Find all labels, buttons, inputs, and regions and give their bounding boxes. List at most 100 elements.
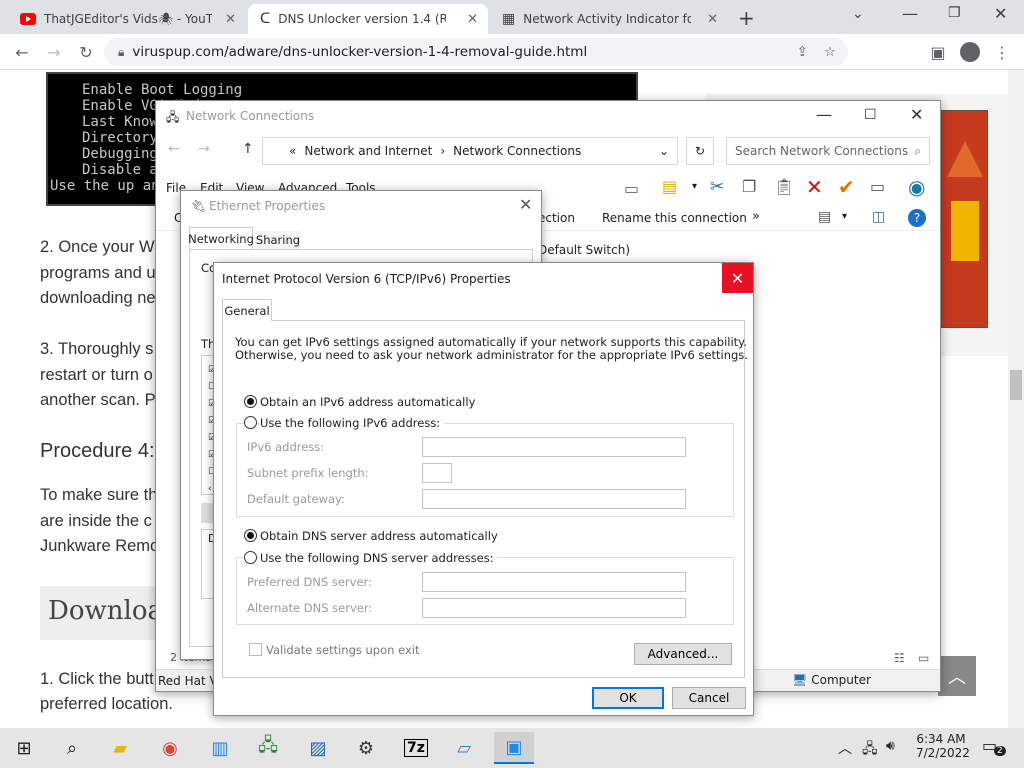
page-scrollbar[interactable] xyxy=(1008,70,1024,728)
search-icon[interactable]: ⌕ xyxy=(52,732,92,764)
address-breadcrumb[interactable]: « Network and Internet › Network Connect… xyxy=(262,137,678,165)
copy-icon[interactable]: ❐ xyxy=(742,177,756,196)
close-tab-icon[interactable]: ✕ xyxy=(225,12,236,27)
manual-ipv6-radio[interactable] xyxy=(244,416,257,429)
dialog-title: Internet Protocol Version 6 (TCP/IPv6) P… xyxy=(222,272,511,286)
notepad-icon[interactable]: ▱ xyxy=(444,732,484,764)
back-arrow-icon[interactable]: ← xyxy=(10,40,34,64)
help-icon[interactable]: ? xyxy=(908,209,926,227)
7zip-icon[interactable]: 7z xyxy=(396,732,436,764)
ad-image[interactable] xyxy=(940,110,988,328)
view-icon[interactable]: ▭ xyxy=(624,179,639,198)
windows-start-icon[interactable]: ⊞ xyxy=(4,732,44,764)
connection-item-label[interactable]: Default Switch) xyxy=(538,243,630,257)
minimize-button[interactable]: — xyxy=(902,4,918,23)
ok-button[interactable]: OK xyxy=(592,687,664,709)
profile-avatar[interactable] xyxy=(958,40,982,64)
tab-networking[interactable]: Networking xyxy=(188,227,254,249)
scroll-top-button[interactable]: ︿ xyxy=(938,656,976,696)
subnet-prefix-label: Subnet prefix length: xyxy=(247,466,369,480)
reload-icon[interactable]: ↻ xyxy=(74,40,98,64)
manual-dns-label[interactable]: Use the following DNS server addresses: xyxy=(260,551,498,565)
default-gateway-input[interactable] xyxy=(422,489,686,509)
restore-button[interactable]: ❐ xyxy=(948,5,961,21)
refresh-icon[interactable]: ↻ xyxy=(686,137,714,165)
star-icon[interactable]: ☆ xyxy=(824,44,836,60)
close-tab-icon[interactable]: ✕ xyxy=(707,12,718,27)
chevron-down-icon[interactable]: ⌄ xyxy=(852,6,864,22)
search-input[interactable]: Search Network Connections ⌕ xyxy=(726,137,930,165)
change-view-icon[interactable]: ▤ xyxy=(818,209,831,225)
ipv6-address-input[interactable] xyxy=(422,437,686,457)
network-tool-icon[interactable]: 🖧 xyxy=(248,732,288,764)
validate-checkbox[interactable] xyxy=(249,643,262,656)
cancel-button[interactable]: Cancel xyxy=(672,687,746,709)
advanced-button[interactable]: Advanced... xyxy=(634,643,732,665)
network-status-icon[interactable]: 🖧 xyxy=(862,738,878,762)
cut-icon[interactable]: ✂ xyxy=(710,177,724,197)
minimize-button[interactable]: — xyxy=(816,105,832,124)
forward-arrow-icon[interactable]: → xyxy=(198,141,210,157)
check-icon[interactable]: ✔ xyxy=(838,175,855,199)
close-tab-icon[interactable]: ✕ xyxy=(467,12,478,27)
back-arrow-icon[interactable]: ← xyxy=(168,141,180,157)
delete-icon[interactable]: ✕ xyxy=(806,175,823,199)
clock[interactable]: 6:34 AM 7/2/2022 xyxy=(916,732,970,760)
youtube-icon xyxy=(20,13,36,25)
rename-connection-button[interactable]: Rename this connection xyxy=(602,211,747,225)
chevron-up-icon[interactable]: ︿ xyxy=(838,738,852,758)
preview-pane-icon[interactable]: ◫ xyxy=(872,209,885,225)
apps-icon[interactable]: ▥ xyxy=(200,732,240,764)
chevron-down-icon[interactable]: ⌄ xyxy=(659,144,669,158)
paragraph-line: Junkware Remo xyxy=(40,537,160,555)
breadcrumb-network-internet[interactable]: Network and Internet xyxy=(304,144,432,158)
alternate-dns-label: Alternate DNS server: xyxy=(247,601,373,615)
tab-dns-unlocker[interactable]: ᑕ DNS Unlocker version 1.4 (Removal) ✕ xyxy=(248,4,488,34)
auto-ipv6-label[interactable]: Obtain an IPv6 address automatically xyxy=(260,395,475,409)
maximize-button[interactable]: ☐ xyxy=(864,107,877,123)
network-connections-taskbar-icon[interactable]: ▣ xyxy=(494,732,534,764)
paragraph-line: 1. Click the butt xyxy=(40,670,154,688)
properties-icon[interactable]: ▭ xyxy=(870,177,885,196)
forward-arrow-icon[interactable]: → xyxy=(42,40,66,64)
settings-gear-icon[interactable]: ⚙ xyxy=(346,732,386,764)
tab-sharing[interactable]: Sharing xyxy=(255,231,301,249)
validate-label[interactable]: Validate settings upon exit xyxy=(266,643,419,657)
tab-youtube[interactable]: ThatJGEditor's Vids🕷 - YouTube ✕ xyxy=(8,4,246,34)
auto-ipv6-radio[interactable] xyxy=(244,395,257,408)
up-arrow-icon[interactable]: ↑ xyxy=(242,141,254,157)
address-bar[interactable]: 🔒︎ viruspup.com/adware/dns-unlocker-vers… xyxy=(104,38,848,66)
tab-network-activity[interactable]: ▦ Network Activity Indicator for Windows… xyxy=(490,4,728,34)
volume-icon[interactable]: 🔊︎ xyxy=(886,738,895,754)
chevron-down-icon[interactable]: ▾ xyxy=(692,181,697,192)
auto-dns-label[interactable]: Obtain DNS server address automatically xyxy=(260,529,498,543)
details-view-icon[interactable]: ☷ xyxy=(894,651,905,665)
more-commands-button[interactable]: » xyxy=(752,209,760,224)
close-button[interactable]: ✕ xyxy=(910,105,923,124)
intro-text-line2: Otherwise, you need to ask your network … xyxy=(235,348,748,362)
tab-general[interactable]: General xyxy=(222,299,272,321)
tiles-view-icon[interactable]: ▭ xyxy=(918,651,929,665)
menu-dots-icon[interactable]: ⋮ xyxy=(990,40,1014,64)
chrome-icon[interactable]: ◉ xyxy=(150,732,190,764)
close-window-button[interactable]: ✕ xyxy=(994,4,1007,23)
close-button[interactable]: ✕ xyxy=(519,195,532,214)
paste-icon[interactable]: 📋︎ xyxy=(774,177,794,196)
manual-ipv6-label[interactable]: Use the following IPv6 address: xyxy=(260,416,445,430)
auto-dns-radio[interactable] xyxy=(244,529,257,542)
folder-icon[interactable]: ▤ xyxy=(662,177,677,196)
globe-icon[interactable]: ◉ xyxy=(908,175,925,199)
share-icon[interactable]: ⇪ xyxy=(797,44,808,60)
alternate-dns-input[interactable] xyxy=(422,598,686,618)
breadcrumb-network-connections[interactable]: Network Connections xyxy=(453,144,581,158)
chevron-down-icon[interactable]: ▾ xyxy=(842,211,847,222)
file-explorer-icon[interactable]: ▰ xyxy=(100,732,140,764)
close-button[interactable]: ✕ xyxy=(722,263,753,293)
image-viewer-icon[interactable]: ▨ xyxy=(298,732,338,764)
subnet-prefix-input[interactable] xyxy=(422,463,452,483)
command-connection[interactable]: ection xyxy=(538,211,575,225)
new-tab-button[interactable]: + xyxy=(738,6,755,30)
sidepanel-icon[interactable]: ▣ xyxy=(926,40,950,64)
preferred-dns-input[interactable] xyxy=(422,572,686,592)
manual-dns-radio[interactable] xyxy=(244,551,257,564)
